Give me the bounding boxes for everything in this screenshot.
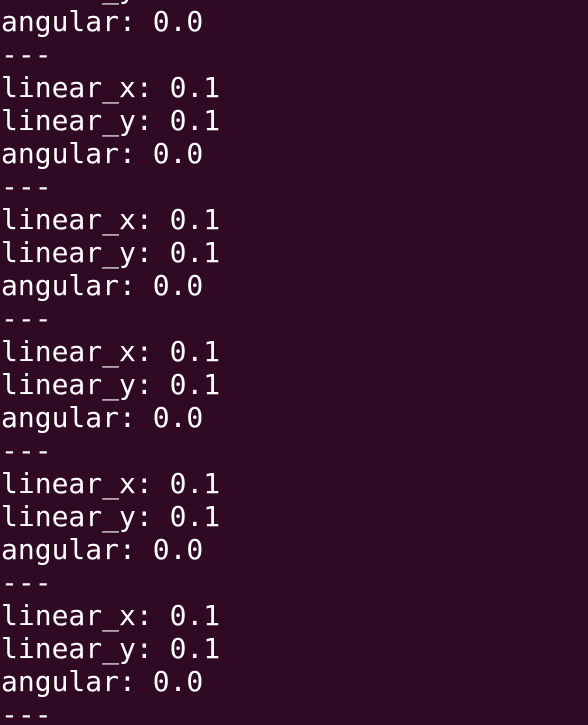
terminal-line: angular: 0.0 <box>1 269 204 302</box>
terminal-line: linear_x: 0.1 <box>1 203 221 236</box>
terminal-line: --- <box>1 434 52 467</box>
terminal-output: linear_y: 0.1angular: 0.0---linear_x: 0.… <box>1 0 220 725</box>
terminal-line: angular: 0.0 <box>1 533 204 566</box>
terminal-line: linear_y: 0.1 <box>1 236 221 269</box>
terminal-window[interactable]: linear_y: 0.1angular: 0.0---linear_x: 0.… <box>0 0 588 725</box>
terminal-line: angular: 0.0 <box>1 401 204 434</box>
terminal-line: linear_y: 0.1 <box>1 632 221 665</box>
terminal-line: linear_y: 0.1 <box>1 500 221 533</box>
terminal-line: --- <box>1 566 52 599</box>
terminal-line: linear_x: 0.1 <box>1 71 221 104</box>
terminal-line: --- <box>1 38 52 71</box>
terminal-line: --- <box>1 170 52 203</box>
terminal-line: --- <box>1 698 52 725</box>
terminal-line: linear_y: 0.1 <box>1 104 221 137</box>
terminal-line: angular: 0.0 <box>1 665 204 698</box>
terminal-line: linear_x: 0.1 <box>1 335 221 368</box>
terminal-line: angular: 0.0 <box>1 5 204 38</box>
terminal-line: linear_x: 0.1 <box>1 467 221 500</box>
terminal-line: angular: 0.0 <box>1 137 204 170</box>
terminal-line: linear_y: 0.1 <box>1 368 221 401</box>
terminal-line: --- <box>1 302 52 335</box>
terminal-line: linear_x: 0.1 <box>1 599 221 632</box>
